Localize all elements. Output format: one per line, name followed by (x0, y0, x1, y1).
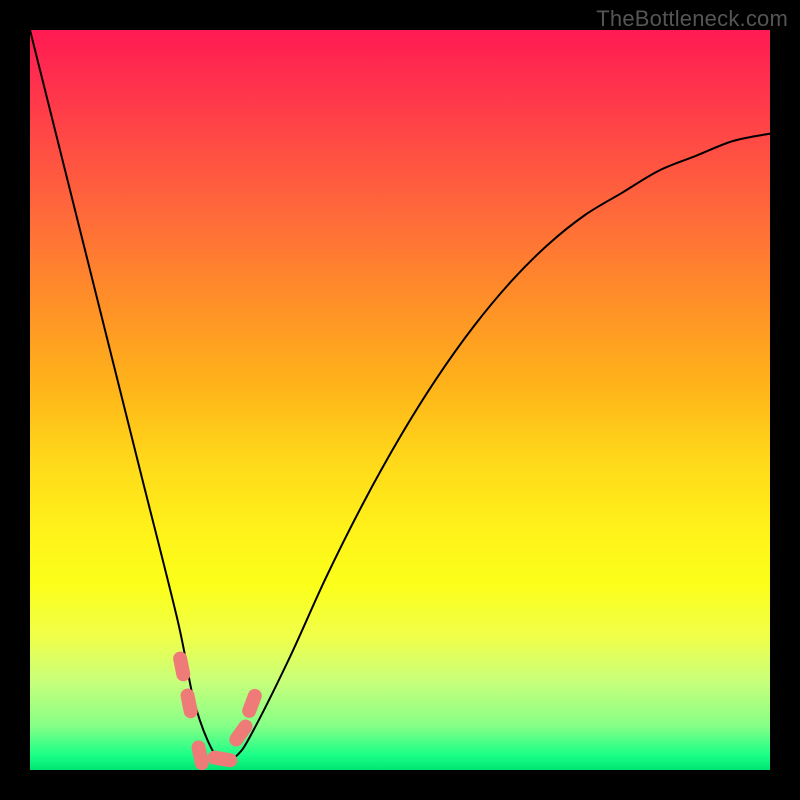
curve-layer (30, 30, 770, 770)
bottleneck-curve (30, 30, 770, 763)
curve-marker (240, 687, 264, 720)
curve-marker (172, 650, 192, 682)
curve-marker (190, 739, 210, 771)
curve-marker (206, 750, 238, 769)
curve-marker (179, 687, 199, 719)
curve-markers (172, 650, 264, 771)
plot-area (30, 30, 770, 770)
watermark-text: TheBottleneck.com (596, 6, 788, 32)
chart-frame: TheBottleneck.com (0, 0, 800, 800)
